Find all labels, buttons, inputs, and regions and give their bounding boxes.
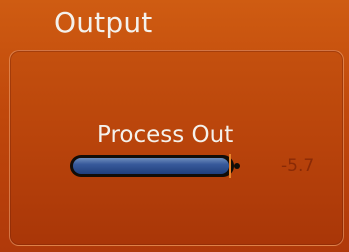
- meter-end-dot: [234, 163, 240, 169]
- process-out-label: Process Out: [97, 122, 234, 148]
- panel-title: Output: [54, 6, 153, 39]
- meter-fill: [73, 158, 229, 174]
- meter-peak-marker: [229, 154, 231, 178]
- process-out-meter: [70, 154, 240, 178]
- process-out-value: -5.7: [281, 156, 315, 176]
- meter-track: [70, 155, 234, 177]
- output-group-box: [9, 50, 344, 246]
